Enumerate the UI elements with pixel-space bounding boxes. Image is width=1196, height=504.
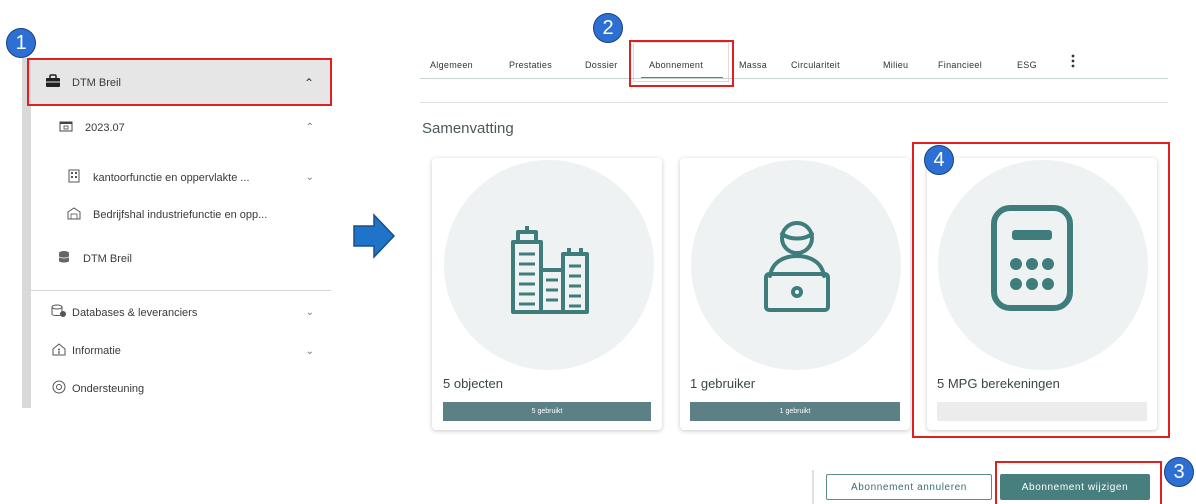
- info-house-icon: [50, 343, 68, 359]
- highlight-box-4: [912, 142, 1170, 438]
- sidebar-version-label: 2023.07: [85, 121, 125, 134]
- user-laptop-icon: [764, 221, 830, 312]
- tab-circulariteit[interactable]: Circulariteit: [791, 60, 840, 70]
- chevron-down-icon[interactable]: ⌄: [306, 307, 314, 318]
- chevron-up-icon[interactable]: ⌃: [306, 122, 314, 133]
- sidebar-object-label: Bedrijfshal industriefunctie en opp...: [93, 209, 268, 221]
- support-icon: [50, 380, 68, 397]
- more-vertical-icon[interactable]: [1070, 54, 1076, 68]
- usage-bar-text: 5 gebruikt: [531, 408, 563, 415]
- highlight-box-3: [995, 461, 1162, 504]
- tab-massa[interactable]: Massa: [739, 60, 767, 70]
- sidebar-object-item[interactable]: kantoorfunctie en oppervlakte ... ⌄: [65, 169, 314, 186]
- sidebar-object-label: kantoorfunctie en oppervlakte ...: [93, 171, 250, 184]
- section-title: Samenvatting: [422, 120, 514, 137]
- sidebar-project-label: DTM Breil: [72, 76, 121, 89]
- callout-4: 4: [924, 145, 954, 175]
- usage-bar: 1 gebruikt: [690, 402, 900, 421]
- callout-1: 1: [6, 28, 36, 58]
- content-divider: [420, 102, 1168, 103]
- tab-financieel[interactable]: Financieel: [938, 60, 982, 70]
- buildings-icon: [511, 226, 589, 314]
- tab-milieu[interactable]: Milieu: [883, 60, 908, 70]
- database-supplier-icon: [50, 304, 68, 321]
- sidebar-menu-label: Informatie: [72, 345, 121, 357]
- sidebar-object-item[interactable]: Bedrijfshal industriefunctie en opp...: [65, 207, 314, 223]
- sidebar-database-item[interactable]: DTM Breil: [55, 250, 314, 267]
- tab-algemeen[interactable]: Algemeen: [430, 60, 473, 70]
- office-building-icon: [65, 169, 83, 186]
- highlight-box-2: [629, 40, 734, 87]
- calendar-icon: [57, 120, 75, 135]
- usage-bar: 5 gebruikt: [443, 402, 651, 421]
- sidebar-database-label: DTM Breil: [83, 252, 132, 265]
- usage-bar-text: 1 gebruikt: [779, 408, 811, 415]
- tab-prestaties[interactable]: Prestaties: [509, 60, 552, 70]
- warehouse-icon: [65, 207, 83, 223]
- card-label: 1 gebruiker: [690, 376, 756, 391]
- sidebar-version-item[interactable]: 2023.07 ⌃: [57, 120, 314, 135]
- tabs-divider: [420, 78, 1168, 79]
- sidebar-scroll-track[interactable]: [22, 58, 31, 408]
- sidebar-divider: [31, 290, 331, 291]
- tab-dossier[interactable]: Dossier: [585, 60, 618, 70]
- sidebar-menu-label: Databases & leveranciers: [72, 306, 198, 319]
- sidebar-menu-ondersteuning[interactable]: Ondersteuning: [50, 380, 314, 397]
- sidebar-menu-informatie[interactable]: Informatie ⌄: [50, 343, 314, 359]
- chevron-down-icon[interactable]: ⌄: [306, 346, 314, 357]
- footer-divider: [812, 470, 814, 504]
- sidebar-project-item[interactable]: DTM Breil ⌃: [44, 74, 314, 91]
- cancel-subscription-button[interactable]: Abonnement annuleren: [826, 474, 992, 500]
- sidebar-menu-databases[interactable]: Databases & leveranciers ⌄: [50, 304, 314, 321]
- card-label: 5 objecten: [443, 376, 503, 391]
- callout-3: 3: [1164, 457, 1194, 487]
- arrow-right-icon: [353, 213, 396, 259]
- chevron-down-icon[interactable]: ⌄: [306, 172, 314, 183]
- briefcase-icon: [44, 74, 62, 91]
- tab-esg[interactable]: ESG: [1017, 60, 1037, 70]
- sidebar-menu-label: Ondersteuning: [72, 382, 145, 395]
- chevron-up-icon[interactable]: ⌃: [304, 76, 314, 90]
- database-icon: [55, 250, 73, 267]
- callout-2: 2: [593, 13, 623, 43]
